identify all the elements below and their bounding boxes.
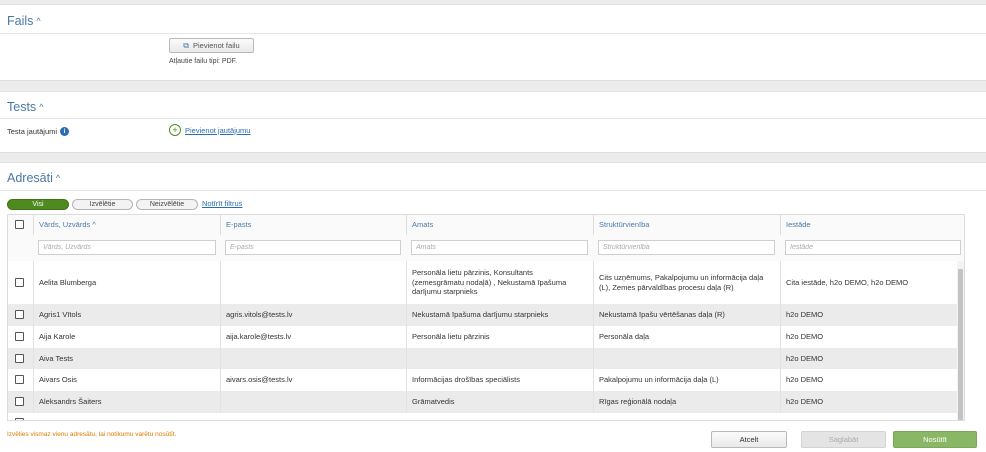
row-unit: Pakalpojumu un informācija daļa (L)	[593, 369, 780, 391]
test-questions-label: Testa jautājumi i	[7, 127, 70, 136]
row-position: Informācijas drošības speciālists	[406, 369, 593, 391]
row-institution: h2o DEMO	[780, 326, 964, 348]
add-question-link[interactable]: Pievienot jautājumu	[185, 126, 250, 135]
table-row[interactable]: Aivars Osis aivars.osis@tests.lv Informā…	[8, 369, 964, 391]
row-checkbox[interactable]	[15, 354, 24, 363]
row-institution: h2o DEMO	[780, 348, 964, 369]
row-name: Aivars Osis	[33, 369, 220, 391]
row-institution: h2o DEMO	[780, 369, 964, 391]
row-unit: Rīgas reģionālā nodaļa	[593, 391, 780, 413]
recipients-section-title[interactable]: Adresāti ^	[7, 171, 60, 185]
clear-filters-link[interactable]: Notīrīt filtrus	[202, 199, 242, 208]
table-row-partial[interactable]	[8, 413, 964, 420]
cancel-label: Atcelt	[739, 435, 759, 444]
test-title: Tests	[7, 100, 37, 114]
unit-filter-input[interactable]	[598, 240, 775, 255]
filter-unselected-label: Neizvēlētie	[149, 201, 185, 208]
validation-warning: Izvēlies vismaz vienu adresātu, lai noti…	[7, 431, 177, 438]
row-position: Personāla lietu pārzinis, Konsultants (z…	[406, 261, 593, 304]
table-filter-row	[8, 235, 964, 262]
row-unit: Nekustamā īpašu vērtēšanas daļa (R)	[593, 304, 780, 326]
test-questions-text: Testa jautājumi	[7, 127, 58, 136]
row-institution: h2o DEMO	[780, 391, 964, 413]
files-divider	[0, 33, 986, 34]
scrollbar-thumb[interactable]	[958, 269, 963, 420]
save-label: Saglabāt	[828, 435, 859, 444]
table-row[interactable]: Agris1 Vītols agris.vitols@tests.lv Neku…	[8, 304, 964, 326]
table-row[interactable]: Aleksandrs Šaiters Grāmatvedis Rīgas reģ…	[8, 391, 964, 413]
row-name: Aija Karole	[33, 326, 220, 348]
column-header-name[interactable]: Vārds, Uzvārds ^	[33, 215, 226, 235]
column-header-position[interactable]: Amats	[406, 215, 593, 235]
row-email: agris.vitols@tests.lv	[220, 304, 406, 326]
chevron-up-icon: ^	[36, 16, 41, 26]
recipients-divider	[0, 190, 986, 191]
row-name: Aiva Tests	[33, 348, 220, 369]
row-position: Personāla lietu pārzinis	[406, 326, 593, 348]
table-row[interactable]: Aija Karole aija.karole@tests.lv Personā…	[8, 326, 964, 348]
row-checkbox[interactable]	[15, 278, 24, 287]
row-email	[220, 348, 406, 369]
column-header-unit[interactable]: Struktūrvienība	[593, 215, 780, 235]
files-title: Fails	[7, 14, 34, 28]
allowed-types-text: Atļautie failu tipi: PDF.	[169, 58, 238, 65]
row-name: Aleksandrs Šaiters	[33, 391, 220, 413]
test-divider	[0, 118, 986, 119]
row-unit: Cits uzņēmums, Pakalpojumu un informācij…	[593, 261, 780, 304]
row-checkbox[interactable]	[15, 397, 24, 406]
row-unit: Personāla daļa	[593, 326, 780, 348]
table-row[interactable]: Aelita Blumberga Personāla lietu pārzini…	[8, 261, 964, 304]
row-position: Nekustamā īpašuma darījumu starpnieks	[406, 304, 593, 326]
position-filter-input[interactable]	[411, 240, 588, 255]
test-section-title[interactable]: Tests ^	[7, 100, 43, 114]
row-checkbox[interactable]	[15, 310, 24, 319]
filter-all-button[interactable]: Visi	[7, 199, 69, 210]
test-panel: Tests ^ Testa jautājumi i + Pievienot jau…	[0, 91, 986, 153]
attach-icon: ⧉	[183, 40, 189, 50]
row-checkbox[interactable]	[15, 332, 24, 341]
row-position: Grāmatvedis	[406, 391, 593, 413]
row-institution: Cita iestāde, h2o DEMO, h2o DEMO	[780, 261, 964, 304]
row-email	[220, 391, 406, 413]
send-label: Nosūtīt	[923, 435, 947, 444]
chevron-up-icon: ^	[39, 102, 44, 112]
row-institution: h2o DEMO	[780, 304, 964, 326]
recipients-title: Adresāti	[7, 171, 53, 185]
row-email	[220, 261, 406, 304]
plus-circle-icon[interactable]: +	[169, 124, 181, 136]
save-button[interactable]: Saglabāt	[801, 431, 886, 448]
filter-all-label: Visi	[32, 201, 44, 208]
add-file-button[interactable]: ⧉ Pievienot failu	[169, 38, 254, 53]
filter-unselected-button[interactable]: Neizvēlētie	[136, 199, 198, 210]
cancel-button[interactable]: Atcelt	[711, 431, 787, 448]
column-header-institution[interactable]: Iestāde	[780, 215, 964, 235]
info-icon[interactable]: i	[60, 127, 70, 136]
row-position	[406, 348, 593, 369]
email-filter-input[interactable]	[225, 240, 401, 255]
chevron-up-icon: ^	[55, 173, 61, 183]
row-name: Agris1 Vītols	[33, 304, 220, 326]
row-email: aivars.osis@tests.lv	[220, 369, 406, 391]
row-checkbox[interactable]	[15, 375, 24, 384]
send-button[interactable]: Nosūtīt	[893, 431, 977, 448]
row-unit	[593, 348, 780, 369]
table-scrollbar[interactable]	[957, 261, 964, 420]
row-checkbox[interactable]	[15, 418, 24, 420]
add-question-group[interactable]: + Pievienot jautājumu	[169, 124, 250, 136]
institution-filter-input[interactable]	[785, 240, 961, 255]
row-email: aija.karole@tests.lv	[220, 326, 406, 348]
name-filter-input[interactable]	[38, 240, 216, 255]
table-header: Vārds, Uzvārds ^ E-pasts Amats Struktūrv…	[8, 215, 964, 236]
files-section-title[interactable]: Fails ^	[7, 14, 41, 28]
filter-selected-label: Izvēlētie	[89, 201, 116, 208]
recipients-table: Vārds, Uzvārds ^ E-pasts Amats Struktūrv…	[7, 214, 965, 421]
row-name: Aelita Blumberga	[33, 261, 220, 304]
column-header-email[interactable]: E-pasts	[220, 215, 406, 235]
add-file-label: Pievienot failu	[193, 41, 240, 50]
files-panel: Fails ^ ⧉ Pievienot failu Atļautie failu …	[0, 4, 986, 81]
filter-selected-button[interactable]: Izvēlētie	[72, 199, 133, 210]
table-row[interactable]: Aiva Tests h2o DEMO	[8, 348, 964, 369]
select-all-checkbox[interactable]	[15, 220, 24, 229]
